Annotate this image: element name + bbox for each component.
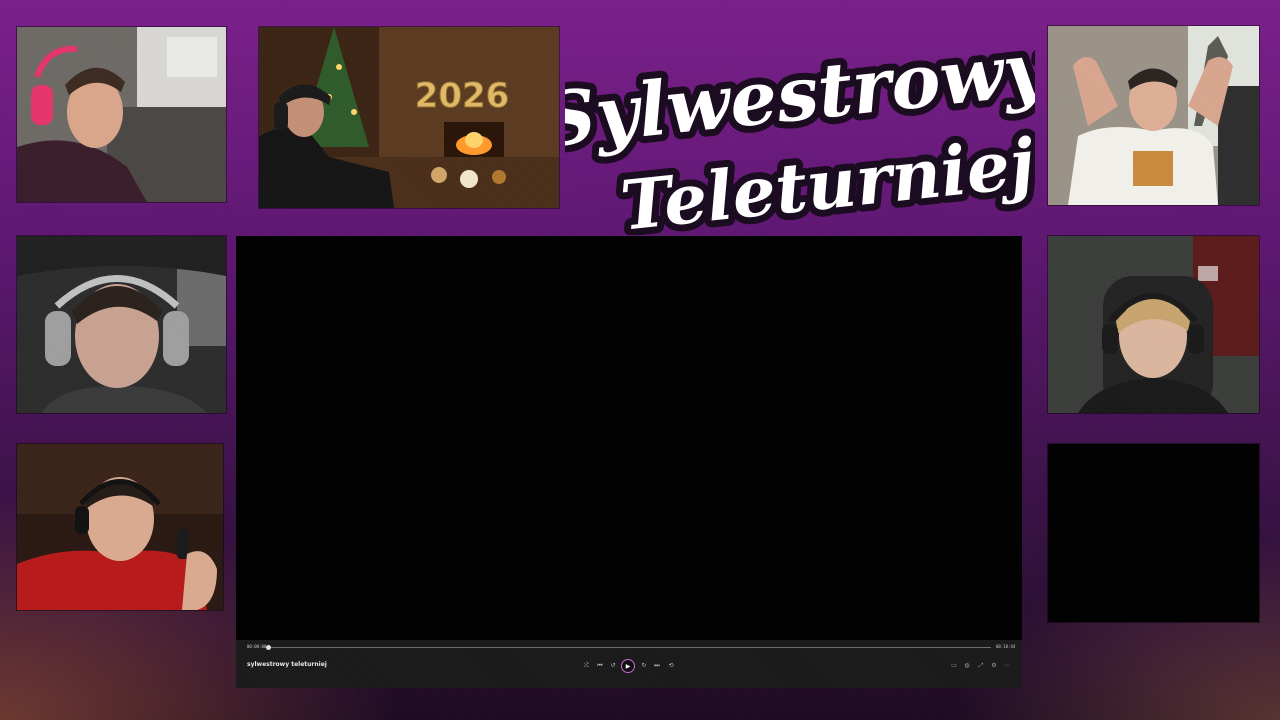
video-player[interactable] [236, 236, 1022, 688]
forward-10-icon[interactable]: ↻ [640, 662, 648, 670]
shuffle-icon[interactable]: ⤮ [582, 662, 590, 670]
settings-icon[interactable]: ⚙ [990, 662, 998, 670]
repeat-icon[interactable]: ⟲ [667, 662, 675, 670]
webcam-feed-2 [17, 236, 226, 413]
total-time: 00:18:44 [996, 644, 1016, 649]
next-icon[interactable]: ⏭ [653, 662, 661, 670]
webcam-feed-scene: 2026 [259, 27, 559, 208]
show-logo: Sylwestrowy Teleturniej [531, 18, 1062, 253]
scene-banner-text: 2026 [415, 76, 510, 116]
webcam-feed-4 [1048, 26, 1259, 205]
fullscreen-icon[interactable]: ⤢ [977, 662, 985, 670]
miniplayer-icon[interactable]: ▭ [950, 662, 958, 670]
more-icon[interactable]: ⋯ [1003, 662, 1011, 670]
cast-icon[interactable]: ◍ [963, 662, 971, 670]
webcam-feed-empty [1048, 444, 1259, 622]
current-time: 00:00:00 [247, 644, 267, 649]
previous-icon[interactable]: ⏮ [596, 662, 604, 670]
video-area[interactable] [236, 236, 1022, 641]
webcam-feed-3 [17, 444, 223, 610]
track-title: sylwestrowy teleturniej [247, 661, 327, 668]
seek-thumb[interactable] [266, 645, 271, 650]
rewind-10-icon[interactable]: ↺ [609, 662, 617, 670]
webcam-feed-1 [17, 27, 226, 202]
webcam-feed-5 [1048, 236, 1259, 413]
play-icon[interactable]: ▶ [621, 659, 635, 673]
seek-bar[interactable] [268, 647, 991, 648]
